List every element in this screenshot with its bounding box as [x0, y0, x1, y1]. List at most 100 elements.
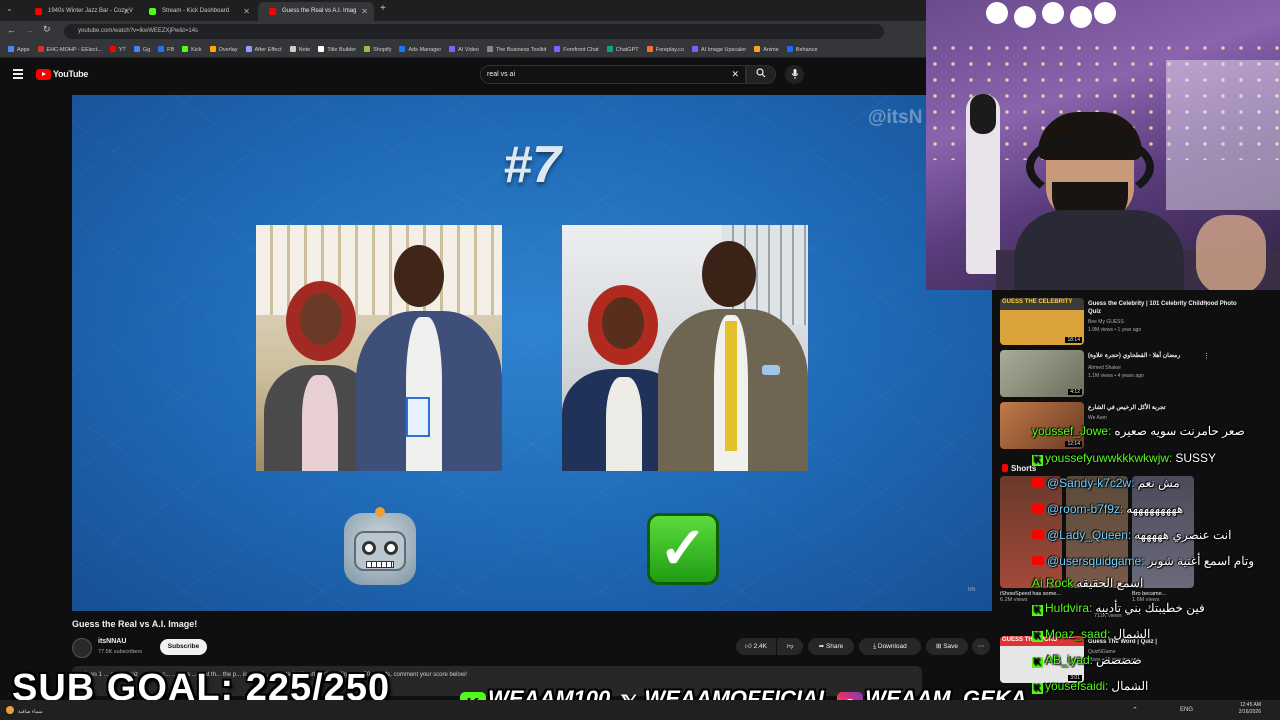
video-player[interactable]: #7 @itsN ✓ NN: [72, 95, 992, 611]
channel-name[interactable]: itsNNAU: [98, 638, 126, 645]
close-tab-icon[interactable]: ✕: [123, 2, 130, 21]
browser-tab[interactable]: Stream - Kick Dashboard ✕: [138, 2, 256, 21]
tab-search-icon[interactable]: ⌄: [6, 4, 13, 13]
chat-message: @Lady_Queen: انت عنصري هههههه: [1032, 528, 1231, 542]
kick-favicon-icon: [149, 8, 156, 15]
video-thumbnail: GUESS THE CELEBRITY 18:14: [1000, 298, 1084, 345]
chevron-up-icon[interactable]: ⌃: [1132, 706, 1138, 714]
bookmark-icon: ⊞: [935, 643, 942, 650]
chat-text: مش نعم: [1137, 476, 1180, 490]
save-button[interactable]: ⊞ Save: [926, 638, 968, 655]
weather-icon[interactable]: [6, 706, 14, 714]
share-button[interactable]: ➦ Share: [808, 638, 854, 655]
bookmark-item[interactable]: The Business Toolkit: [486, 42, 546, 57]
youtube-favicon-icon: [35, 8, 42, 15]
dislike-button[interactable]: 👎︎: [777, 638, 803, 655]
bookmark-favicon-icon: [449, 46, 456, 52]
chat-username: youssefyuwwkkkwkwjw:: [1045, 451, 1173, 465]
bookmarks-bar: Apps EHC-MOHP - EElect... YT Gg FB Kick Overla…: [0, 42, 926, 58]
related-video[interactable]: 4:12 رمضان أهلا - القطحاوي (حجرة علاوة) …: [1000, 350, 1280, 400]
chat-username: @Lady_Queen:: [1047, 528, 1132, 542]
chat-username: @room-b7f9z:: [1047, 502, 1124, 516]
channel-watermark: @itsN: [868, 107, 923, 128]
close-tab-icon[interactable]: ✕: [361, 2, 368, 21]
bookmark-item[interactable]: AI Image Upscaler: [691, 42, 746, 57]
bookmark-item[interactable]: Title Builder: [318, 42, 356, 57]
ai-photo-right: [562, 225, 808, 471]
voice-search-button[interactable]: [785, 65, 804, 84]
bookmark-item[interactable]: ChatGPT: [606, 42, 639, 57]
bookmark-favicon-icon: [486, 46, 493, 52]
more-options-icon[interactable]: ⋮: [1203, 352, 1210, 360]
bookmark-favicon-icon: [691, 46, 698, 52]
clear-search-icon[interactable]: ✕: [731, 66, 739, 83]
youtube-icon: [1032, 504, 1044, 513]
clock[interactable]: 12:45 AM 2/16/2026: [1233, 702, 1261, 716]
chat-username: Moaz_saad:: [1045, 627, 1111, 641]
search-button[interactable]: [746, 65, 776, 84]
youtube-icon: [1032, 556, 1044, 565]
download-icon: ⤓: [873, 643, 877, 650]
real-photo-left: [256, 225, 502, 471]
bookmark-favicon-icon: [554, 46, 561, 52]
bookmark-favicon-icon: [109, 46, 116, 52]
bookmark-favicon-icon: [182, 46, 189, 52]
bookmark-favicon-icon: [786, 46, 793, 52]
bookmark-favicon-icon: [158, 46, 165, 52]
keyboard-language[interactable]: ENG: [1180, 707, 1193, 713]
round-number: #7: [503, 136, 561, 194]
bookmark-item[interactable]: After Effect: [245, 42, 282, 57]
channel-avatar[interactable]: [72, 638, 92, 658]
forward-icon[interactable]: →: [25, 25, 34, 35]
bookmark-item[interactable]: Overlay: [209, 42, 238, 57]
close-tab-icon[interactable]: ✕: [243, 2, 250, 21]
bookmark-item[interactable]: AI Video: [449, 42, 479, 57]
corner-logo: NN: [968, 587, 976, 593]
browser-tab-strip: 1940s Winter Jazz Bar - Cozy V ✕ Stream …: [0, 0, 926, 21]
youtube-logo-text[interactable]: YouTube: [53, 69, 88, 79]
download-button[interactable]: ⤓ Download: [859, 638, 921, 655]
bookmark-item[interactable]: Kick: [182, 42, 202, 57]
chat-username: youssef_Jowe:: [1032, 424, 1112, 438]
bookmark-item[interactable]: YT: [109, 42, 126, 57]
bookmark-item[interactable]: Behance: [786, 42, 818, 57]
chat-message: Kyousefsaidi: الشمال: [1032, 679, 1148, 694]
chat-message: @room-b7f9z: هههههههههه: [1032, 502, 1183, 516]
youtube-logo-icon[interactable]: [36, 69, 51, 80]
subscribe-button[interactable]: Subscribe: [160, 639, 207, 655]
url-field[interactable]: youtube.com/watch?v=lkwWEEZXjPw&t=14s: [64, 24, 884, 39]
bookmark-item[interactable]: EHC-MOHP - EElect...: [37, 42, 102, 57]
share-icon: ➦: [818, 643, 825, 650]
bookmark-item[interactable]: Gg: [133, 42, 150, 57]
bookmark-item[interactable]: Foreplay.co: [646, 42, 684, 57]
bookmark-item[interactable]: FB: [158, 42, 174, 57]
more-actions-button[interactable]: ⋯: [972, 638, 990, 655]
chat-username: Huldvira:: [1045, 601, 1093, 615]
more-options-icon[interactable]: ⋮: [1203, 300, 1210, 308]
bookmark-item[interactable]: Shopify: [364, 42, 391, 57]
bookmark-favicon-icon: [289, 46, 296, 52]
like-button[interactable]: 👍︎ 2.4K: [736, 638, 776, 655]
browser-tab[interactable]: 1940s Winter Jazz Bar - Cozy V ✕: [24, 2, 136, 21]
back-icon[interactable]: ←: [7, 25, 16, 35]
kick-icon: K: [1032, 631, 1043, 642]
browser-tab-active[interactable]: Guess the Real vs A.I. Imag ✕: [258, 2, 374, 21]
search-input[interactable]: real vs ai ✕: [480, 65, 746, 84]
chat-text: صعر حامرنت سويه صعيره: [1114, 424, 1245, 438]
reload-icon[interactable]: ↻: [43, 24, 51, 35]
youtube-icon: [1032, 530, 1044, 539]
bookmark-favicon-icon: [209, 46, 216, 52]
video-title: Guess the Real vs A.I. Image!: [72, 619, 198, 629]
chat-text: اسمع الحقيقه: [1076, 576, 1144, 590]
new-tab-button[interactable]: +: [380, 3, 386, 14]
bookmark-item[interactable]: Apps: [8, 42, 30, 57]
bookmark-item[interactable]: Forefront Chat: [554, 42, 599, 57]
bookmark-item[interactable]: Anime: [754, 42, 779, 57]
bookmark-item[interactable]: Ads Manager: [399, 42, 441, 57]
menu-icon[interactable]: [13, 69, 23, 79]
bookmark-favicon-icon: [646, 46, 653, 52]
chat-username: Ai Rock: [1032, 576, 1074, 590]
chat-message: @usersquidgame: وتام اسمع أغنية شوبر: [1032, 554, 1254, 568]
bookmark-item[interactable]: Note: [289, 42, 310, 57]
related-video[interactable]: GUESS THE CELEBRITY 18:14 Guess the Cele…: [1000, 298, 1280, 348]
